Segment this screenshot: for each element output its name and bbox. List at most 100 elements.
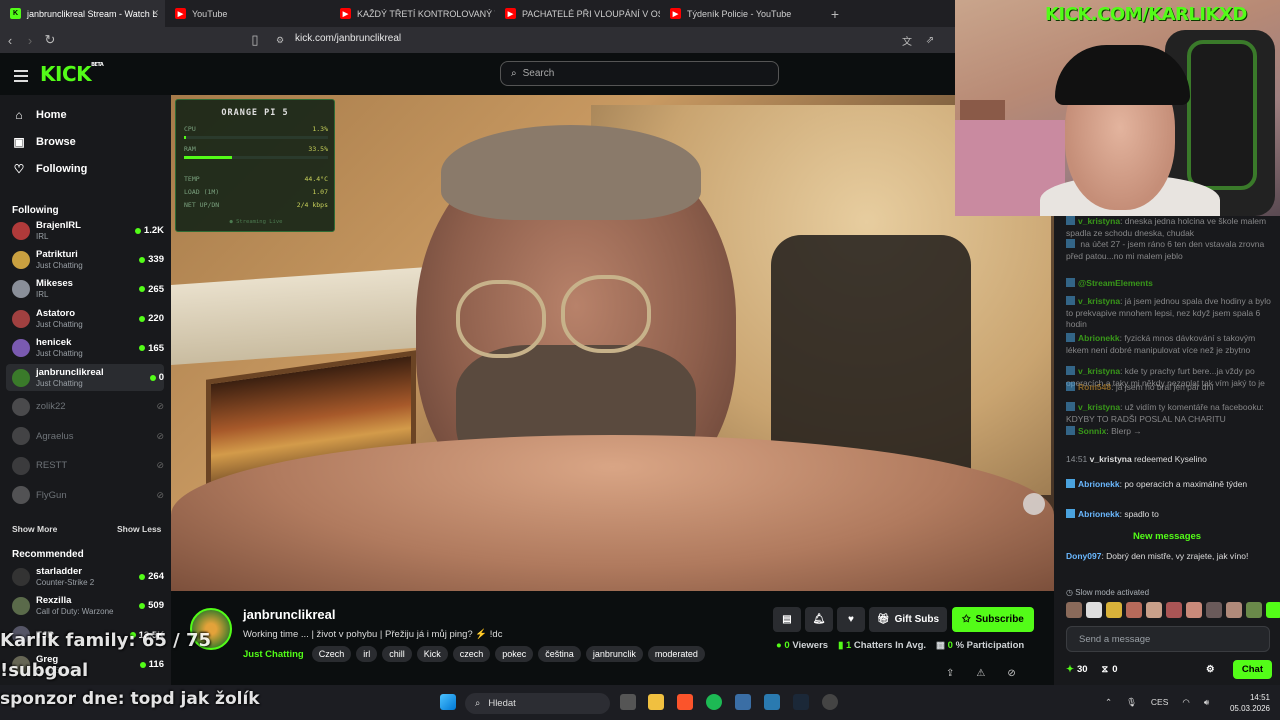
stream-tag[interactable]: čeština xyxy=(538,646,581,662)
emote[interactable] xyxy=(1166,602,1182,618)
emote[interactable] xyxy=(1206,602,1222,618)
chat-username[interactable]: @StreamElements xyxy=(1078,278,1153,288)
nav-home[interactable]: ⌂ Home xyxy=(12,108,66,122)
site-info-icon[interactable]: ⚙ xyxy=(270,35,290,46)
player-settings-icon[interactable] xyxy=(1023,493,1045,515)
browser-tab[interactable]: ▶ PACHATELÉ PŘI VLOUPÁNÍ V OSTRAV xyxy=(495,0,660,27)
settings-icon[interactable] xyxy=(822,694,838,710)
sidebar-channel-henicek[interactable]: henicek Just Chatting 165 xyxy=(6,335,164,362)
taskbar-search[interactable]: ⌕ Hledat xyxy=(465,693,610,714)
clip-button[interactable]: ▤ xyxy=(773,607,801,632)
sidebar-channel-flygun[interactable]: FlyGun ⊘ xyxy=(6,482,164,509)
bookmark-icon[interactable]: ▯ xyxy=(245,32,265,48)
wifi-icon[interactable]: ◠ xyxy=(1182,697,1189,708)
sidebar-channel-zolik22[interactable]: zolik22 ⊘ xyxy=(6,393,164,420)
subscribe-button[interactable]: ✩ Subscribe xyxy=(952,607,1034,632)
chat-username[interactable]: Rom548 xyxy=(1078,382,1111,392)
stream-tag[interactable]: chill xyxy=(382,646,412,662)
spotify-icon[interactable] xyxy=(706,694,722,710)
chat-username[interactable]: v_kristyna xyxy=(1090,454,1132,464)
share-icon[interactable]: ⇗ xyxy=(920,35,940,46)
emote[interactable] xyxy=(1146,602,1162,618)
points-icon[interactable]: ✦ xyxy=(1066,664,1074,675)
app-icon[interactable] xyxy=(764,694,780,710)
task-view-icon[interactable] xyxy=(620,694,636,710)
emote[interactable] xyxy=(1186,602,1202,618)
url-field[interactable]: kick.com/janbrunclikreal xyxy=(295,33,401,44)
start-icon[interactable] xyxy=(440,694,456,710)
notification-button[interactable]: 🔔︎ xyxy=(805,607,833,632)
report-icon[interactable]: ⚠ xyxy=(976,668,985,679)
chat-username[interactable]: Abrionekk xyxy=(1078,509,1120,519)
chat-username[interactable]: Sonnix xyxy=(1078,426,1106,436)
stream-tag[interactable]: czech xyxy=(452,646,491,662)
sidebar-channel-brajenirl[interactable]: BrajenIRL IRL 1.2K xyxy=(6,217,164,244)
stream-tag[interactable]: Czech xyxy=(311,646,352,662)
steam-icon[interactable] xyxy=(793,694,809,710)
reload-icon[interactable]: ↻ xyxy=(40,32,60,48)
channel-name[interactable]: janbrunclikreal xyxy=(243,607,335,622)
browser-tab[interactable]: ▶ YouTube xyxy=(165,0,330,27)
gift-subs-button[interactable]: 🎁︎ Gift Subs xyxy=(869,607,947,632)
emote[interactable] xyxy=(1226,602,1242,618)
browser-tab[interactable]: ▶ Týdeník Policie - YouTube xyxy=(660,0,825,27)
emote[interactable] xyxy=(1126,602,1142,618)
volume-icon[interactable]: 🔊︎ xyxy=(1204,697,1209,708)
stream-tag[interactable]: pokec xyxy=(495,646,534,662)
subgoal-overlay: !subgoal xyxy=(0,660,89,681)
chat-username[interactable]: Abrionekk xyxy=(1078,333,1120,343)
new-tab-button[interactable]: + xyxy=(825,6,845,22)
chat-username[interactable]: v_kristyna xyxy=(1078,366,1120,376)
browser-tab[interactable]: ▶ KAŽDÝ TŘETÍ KONTROLOVANÝ TAXI xyxy=(330,0,495,27)
chat-username[interactable]: v_kristyna xyxy=(1078,216,1120,226)
show-less-link[interactable]: Show Less xyxy=(117,524,161,534)
sidebar-channel-patrikturi[interactable]: Patrikturi Just Chatting 339 xyxy=(6,246,164,273)
hide-icon[interactable]: ⊘ xyxy=(1007,668,1015,679)
show-more-link[interactable]: Show More xyxy=(12,524,57,534)
emote[interactable] xyxy=(1086,602,1102,618)
forward-icon[interactable]: › xyxy=(20,33,40,48)
browser-tab[interactable]: K janbrunclikreal Stream - Watch L ✕ xyxy=(0,0,165,27)
stream-tag[interactable]: Kick xyxy=(416,646,448,662)
chevron-up-icon[interactable]: ⌃ xyxy=(1105,697,1112,708)
chat-send-button[interactable]: Chat xyxy=(1232,660,1272,679)
kick-logo[interactable]: KICKBETA xyxy=(40,62,104,86)
menu-icon[interactable] xyxy=(14,70,28,85)
chat-username[interactable]: Abrionekk xyxy=(1078,479,1120,489)
emote[interactable] xyxy=(1066,602,1082,618)
search-input[interactable]: ⌕ Search xyxy=(500,61,779,86)
chat-settings-icon[interactable]: ⚙ xyxy=(1206,664,1215,675)
recommended-channel-starladder[interactable]: starladder Counter-Strike 2 264 xyxy=(6,563,164,590)
close-icon[interactable]: ✕ xyxy=(151,8,159,19)
emote[interactable] xyxy=(1266,602,1280,618)
translate-icon[interactable]: 文 xyxy=(897,33,917,48)
emote[interactable] xyxy=(1246,602,1262,618)
follow-button[interactable]: ♥ xyxy=(837,607,865,632)
stream-tag[interactable]: janbrunclik xyxy=(585,646,643,662)
microphone-icon[interactable]: 🎙︎ xyxy=(1126,697,1137,708)
chat-username[interactable]: v_kristyna xyxy=(1078,296,1120,306)
share-icon[interactable]: ⇪ xyxy=(946,668,954,679)
nav-following[interactable]: ♡ Following xyxy=(12,162,88,176)
back-icon[interactable]: ‹ xyxy=(0,33,20,48)
sidebar-channel-janbrunclikreal[interactable]: janbrunclikreal Just Chatting 0 xyxy=(6,364,164,391)
file-explorer-icon[interactable] xyxy=(648,694,664,710)
recommended-channel-rexzilla[interactable]: Rexzilla Call of Duty: Warzone 509 xyxy=(6,592,164,619)
emote[interactable] xyxy=(1106,602,1122,618)
stream-tag[interactable]: moderated xyxy=(647,646,705,662)
sidebar-channel-mikeses[interactable]: Mikeses IRL 265 xyxy=(6,276,164,303)
sidebar-channel-agraelus[interactable]: Agraelus ⊘ xyxy=(6,423,164,450)
new-messages-banner[interactable]: New messages xyxy=(1054,531,1280,542)
stream-category[interactable]: Just Chatting xyxy=(243,649,304,660)
brave-browser-icon[interactable] xyxy=(677,694,693,710)
sidebar-channel-restt[interactable]: RESTT ⊘ xyxy=(6,452,164,479)
hourglass-icon[interactable]: ⧖ xyxy=(1102,664,1109,675)
nav-browse[interactable]: ▣ Browse xyxy=(12,135,75,149)
stream-tag[interactable]: irl xyxy=(356,646,378,662)
clock[interactable]: 14:51 05.03.2026 xyxy=(1230,692,1270,714)
chat-username[interactable]: v_kristyna xyxy=(1078,402,1120,412)
chat-input[interactable]: Send a message xyxy=(1066,626,1270,652)
language-indicator[interactable]: CES xyxy=(1151,697,1168,708)
app-icon[interactable] xyxy=(735,694,751,710)
sidebar-channel-astatoro[interactable]: Astatoro Just Chatting 220 xyxy=(6,305,164,332)
